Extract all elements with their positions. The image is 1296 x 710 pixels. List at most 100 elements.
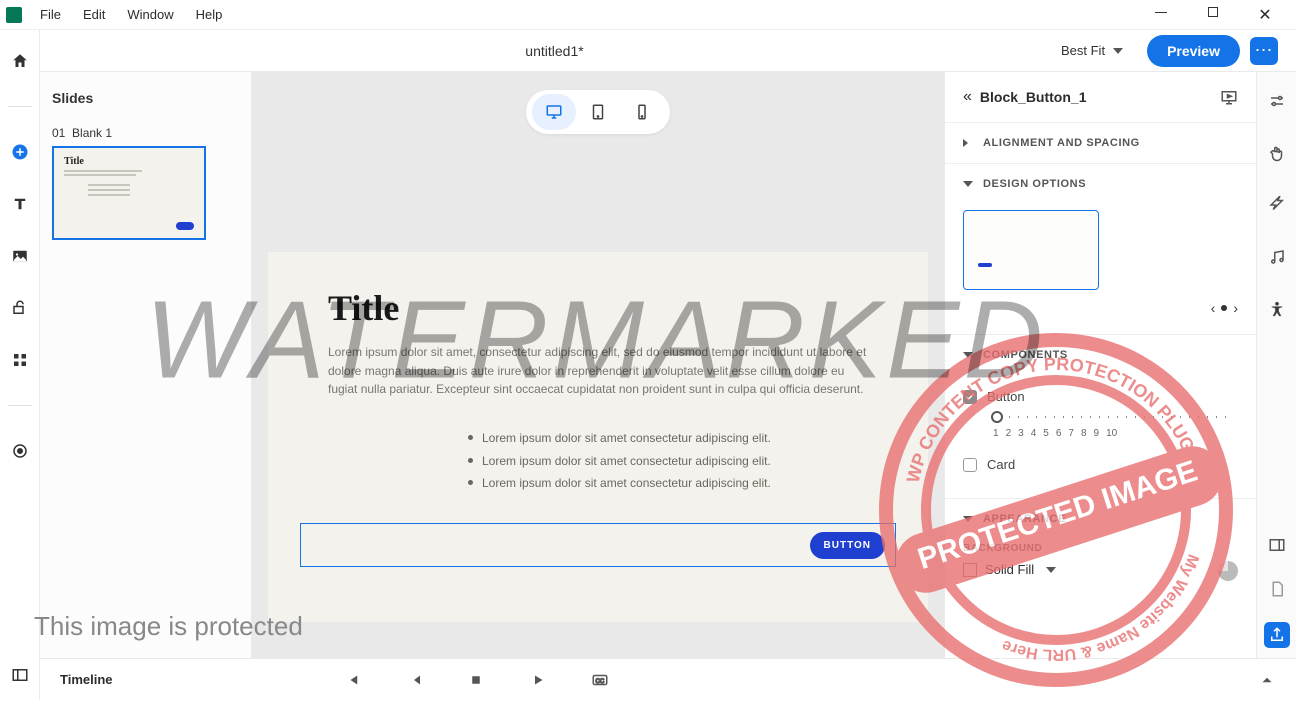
device-tablet[interactable] bbox=[576, 94, 620, 130]
device-mobile[interactable] bbox=[620, 94, 664, 130]
chevron-down-icon bbox=[1113, 48, 1123, 54]
music-icon bbox=[1268, 248, 1286, 266]
device-desktop[interactable] bbox=[532, 94, 576, 130]
slides-heading: Slides bbox=[52, 90, 239, 106]
layout-tab[interactable] bbox=[1266, 534, 1288, 556]
timeline-step-back[interactable] bbox=[405, 671, 423, 689]
widget-icon bbox=[11, 299, 29, 317]
timeline-bar: Timeline CC bbox=[40, 658, 1296, 700]
chevron-right-icon bbox=[963, 139, 973, 147]
desktop-icon bbox=[545, 103, 563, 121]
properties-tab[interactable] bbox=[1266, 90, 1288, 112]
design-option-card[interactable] bbox=[963, 210, 1099, 290]
zoom-select[interactable]: Best Fit bbox=[1051, 37, 1133, 64]
text-tool[interactable] bbox=[9, 193, 31, 215]
slide-canvas[interactable]: Title Lorem ipsum dolor sit amet, consec… bbox=[268, 252, 928, 622]
step-back-icon bbox=[405, 671, 423, 689]
chevron-down-icon bbox=[963, 181, 973, 187]
slider-thumb-icon[interactable] bbox=[991, 411, 1003, 423]
bullet-item[interactable]: Lorem ipsum dolor sit amet consectetur a… bbox=[468, 450, 868, 473]
window-minimize[interactable] bbox=[1146, 5, 1176, 25]
section-design[interactable]: DESIGN OPTIONS bbox=[945, 164, 1256, 204]
button-element[interactable]: BUTTON bbox=[810, 532, 885, 559]
right-rail bbox=[1256, 72, 1296, 658]
slide-title[interactable]: Title bbox=[328, 287, 868, 329]
document-title: untitled1* bbox=[58, 43, 1051, 59]
fill-type-select[interactable]: Solid Fill bbox=[985, 562, 1034, 577]
chevron-up-icon bbox=[1258, 671, 1276, 689]
slide-bullets[interactable]: Lorem ipsum dolor sit amet consectetur a… bbox=[468, 427, 868, 495]
add-icon bbox=[11, 143, 29, 161]
bullet-item[interactable]: Lorem ipsum dolor sit amet consectetur a… bbox=[468, 472, 868, 495]
device-switcher bbox=[526, 90, 670, 134]
checkbox-button[interactable] bbox=[963, 390, 977, 404]
home-icon bbox=[11, 52, 29, 70]
window-close[interactable]: ✕ bbox=[1250, 5, 1280, 25]
thumb-button-icon bbox=[176, 222, 194, 230]
menu-bar: File Edit Window Help ✕ bbox=[0, 0, 1296, 30]
share-button[interactable] bbox=[1264, 622, 1290, 648]
tool-rail bbox=[0, 30, 40, 700]
selection-name: Block_Button_1 bbox=[980, 89, 1087, 105]
slides-panel: Slides 01 Blank 1 Title bbox=[40, 72, 252, 658]
preview-button[interactable]: Preview bbox=[1147, 35, 1240, 67]
home-button[interactable] bbox=[9, 50, 31, 72]
timeline-play[interactable] bbox=[529, 671, 547, 689]
pager-dot-icon bbox=[1221, 305, 1227, 311]
button-count-slider[interactable] bbox=[963, 412, 1238, 428]
more-options-button[interactable]: ⋯ bbox=[1250, 37, 1278, 65]
window-maximize[interactable] bbox=[1198, 5, 1228, 25]
present-icon-button[interactable] bbox=[1220, 88, 1238, 106]
text-icon bbox=[11, 195, 29, 213]
property-panel: « Block_Button_1 ALIGNMENT AND SPACING bbox=[944, 72, 1256, 658]
collapse-panel-button[interactable]: « bbox=[963, 88, 972, 106]
menu-window[interactable]: Window bbox=[117, 3, 183, 26]
thumb-title: Title bbox=[64, 156, 194, 167]
skip-start-icon bbox=[343, 671, 361, 689]
timeline-stop[interactable] bbox=[467, 671, 485, 689]
maximize-icon bbox=[1208, 7, 1218, 17]
timeline-label: Timeline bbox=[60, 672, 113, 687]
checkbox-card[interactable] bbox=[963, 458, 977, 472]
title-bar: untitled1* Best Fit Preview ⋯ bbox=[40, 30, 1296, 72]
panel-toggle[interactable] bbox=[9, 664, 31, 686]
panel-icon bbox=[11, 666, 29, 684]
timeline-expand[interactable] bbox=[1258, 671, 1276, 689]
zoom-label: Best Fit bbox=[1061, 43, 1105, 58]
slide-paragraph[interactable]: Lorem ipsum dolor sit amet, consectetur … bbox=[328, 343, 868, 399]
bullet-item[interactable]: Lorem ipsum dolor sit amet consectetur a… bbox=[468, 427, 868, 450]
component-card-label: Card bbox=[987, 457, 1015, 472]
menu-help[interactable]: Help bbox=[186, 3, 233, 26]
animations-tab[interactable] bbox=[1266, 194, 1288, 216]
play-icon bbox=[529, 671, 547, 689]
menu-edit[interactable]: Edit bbox=[73, 3, 115, 26]
timeline-start[interactable] bbox=[343, 671, 361, 689]
slide-label: 01 Blank 1 bbox=[52, 126, 239, 140]
section-components[interactable]: COMPONENTS bbox=[945, 335, 1256, 375]
media-tool[interactable] bbox=[9, 245, 31, 267]
canvas-area[interactable]: Title Lorem ipsum dolor sit amet, consec… bbox=[252, 72, 944, 658]
add-button[interactable] bbox=[9, 141, 31, 163]
accessibility-tab[interactable] bbox=[1266, 298, 1288, 320]
button-block[interactable]: BUTTON bbox=[300, 523, 896, 567]
notes-tab[interactable] bbox=[1266, 578, 1288, 600]
minimize-icon bbox=[1155, 12, 1167, 13]
timeline-cc[interactable]: CC bbox=[591, 671, 609, 689]
menu-file[interactable]: File bbox=[30, 3, 71, 26]
fill-swatch[interactable] bbox=[963, 563, 977, 577]
opacity-indicator[interactable] bbox=[1218, 561, 1238, 581]
record-tool[interactable] bbox=[9, 440, 31, 462]
interactions-tab[interactable] bbox=[1266, 142, 1288, 164]
slide-thumbnail[interactable]: Title bbox=[52, 146, 206, 240]
layout-icon bbox=[1268, 536, 1286, 554]
audio-tab[interactable] bbox=[1266, 246, 1288, 268]
pager-prev[interactable]: ‹ bbox=[1211, 300, 1216, 316]
app-icon bbox=[6, 7, 22, 23]
blocks-tool[interactable] bbox=[9, 349, 31, 371]
section-alignment[interactable]: ALIGNMENT AND SPACING bbox=[945, 123, 1256, 163]
lock-tool[interactable] bbox=[9, 297, 31, 319]
hand-icon bbox=[1268, 144, 1286, 162]
pager-next[interactable]: › bbox=[1233, 300, 1238, 316]
spark-icon bbox=[1268, 196, 1286, 214]
section-appearance[interactable]: APPEARANCE bbox=[945, 499, 1256, 539]
